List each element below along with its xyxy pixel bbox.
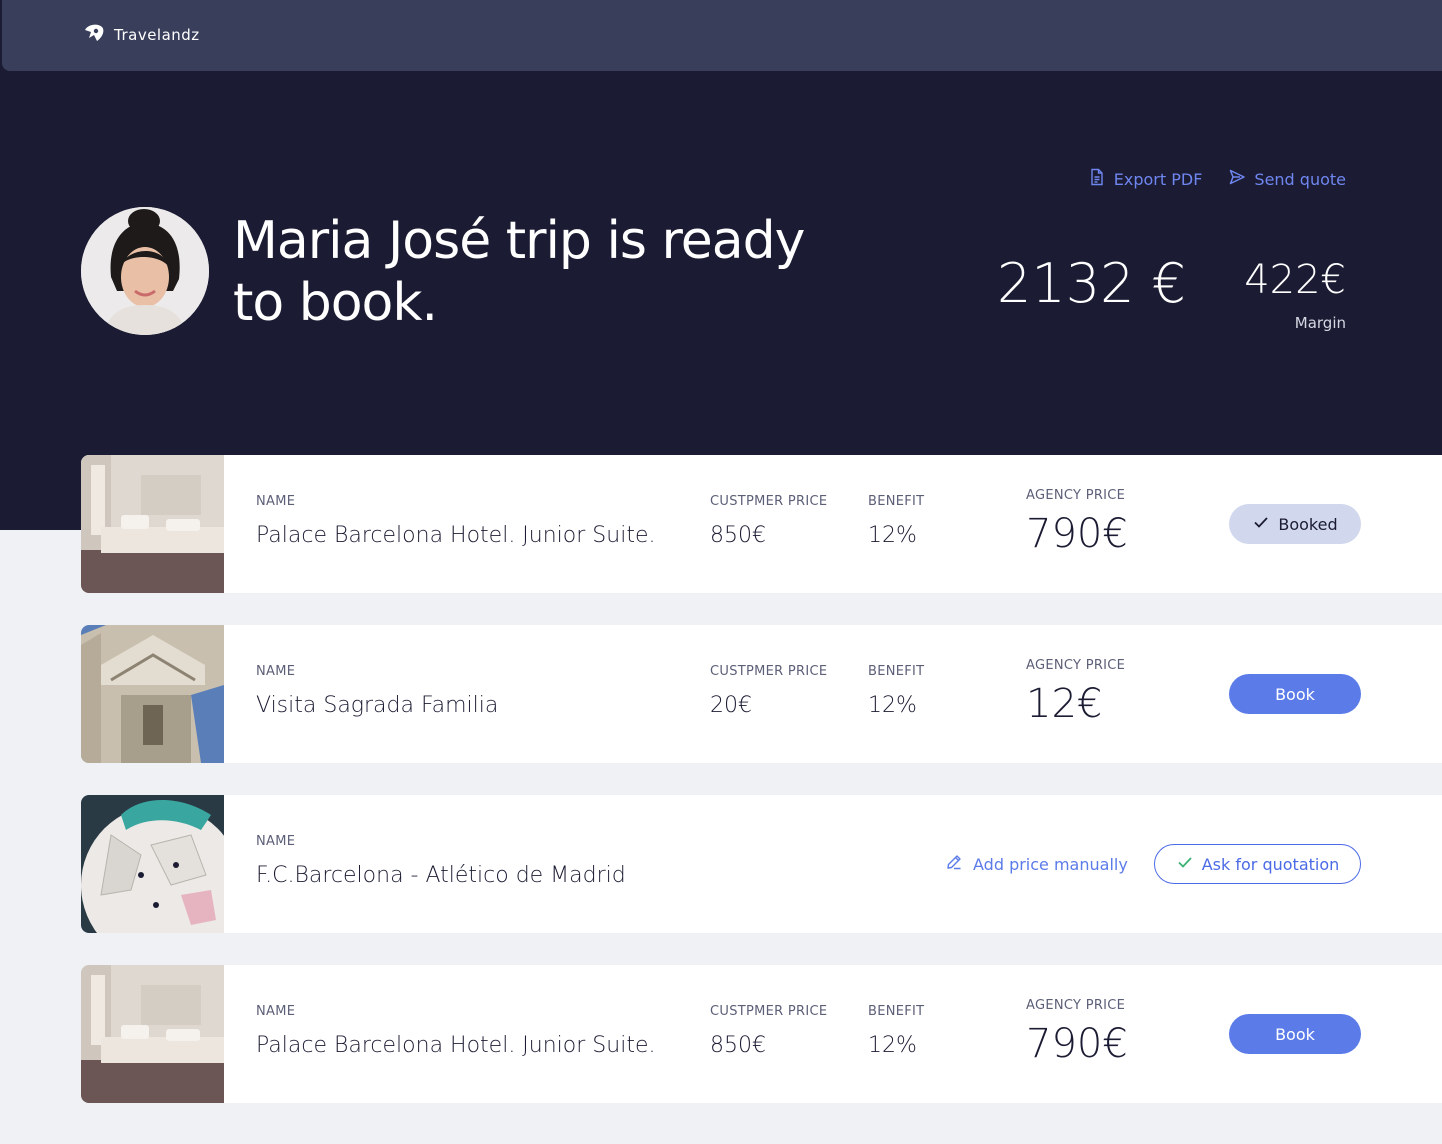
customer-price-value: 20€ (710, 693, 752, 718)
brand[interactable]: Travelandz (82, 22, 200, 48)
ask-for-quotation-button[interactable]: Ask for quotation (1154, 844, 1361, 884)
send-quote-button[interactable]: Send quote (1228, 168, 1346, 190)
name-label: NAME (256, 834, 296, 849)
customer-price-label: CUSTPMER PRICE (710, 494, 828, 509)
send-quote-label: Send quote (1254, 169, 1346, 189)
document-icon (1088, 168, 1106, 190)
item-card: NAME F.C.Barcelona - Atlético de Madrid … (81, 795, 1442, 933)
football-image (81, 795, 224, 933)
agency-price-label: AGENCY PRICE (1026, 488, 1126, 503)
add-price-manually-label: Add price manually (973, 854, 1128, 874)
avatar (81, 207, 209, 335)
agency-price-value: 12€ (1026, 681, 1103, 727)
export-pdf-button[interactable]: Export PDF (1088, 168, 1203, 190)
item-name: Palace Barcelona Hotel. Junior Suite. (256, 523, 656, 548)
item-card: NAME Palace Barcelona Hotel. Junior Suit… (81, 455, 1442, 593)
check-icon (1176, 853, 1194, 875)
booked-label: Booked (1278, 514, 1338, 534)
benefit-label: BENEFIT (868, 1004, 925, 1019)
benefit-label: BENEFIT (868, 664, 925, 679)
booked-button[interactable]: Booked (1229, 504, 1361, 544)
pencil-icon (945, 853, 963, 875)
margin-value: 422€ (1244, 257, 1346, 303)
ask-for-quotation-label: Ask for quotation (1201, 854, 1340, 874)
header-actions: Export PDF Send quote (1088, 168, 1346, 190)
agency-price-value: 790€ (1026, 1021, 1128, 1067)
travelandz-logo-icon (82, 21, 106, 49)
export-pdf-label: Export PDF (1113, 169, 1203, 189)
book-label: Book (1275, 1024, 1315, 1044)
hotel-room-image (81, 455, 224, 593)
book-label: Book (1275, 684, 1315, 704)
benefit-label: BENEFIT (868, 494, 925, 509)
customer-price-value: 850€ (710, 523, 766, 548)
check-icon (1252, 513, 1270, 535)
item-card: NAME Visita Sagrada Familia CUSTPMER PRI… (81, 625, 1442, 763)
margin-label: Margin (1294, 314, 1346, 332)
agency-price-value: 790€ (1026, 511, 1128, 557)
name-label: NAME (256, 494, 296, 509)
book-button[interactable]: Book (1229, 674, 1361, 714)
name-label: NAME (256, 1004, 296, 1019)
benefit-value: 12% (868, 693, 917, 718)
item-name: Visita Sagrada Familia (256, 693, 499, 718)
customer-price-value: 850€ (710, 1033, 766, 1058)
hotel-room-image (81, 965, 224, 1103)
benefit-value: 12% (868, 1033, 917, 1058)
customer-price-label: CUSTPMER PRICE (710, 1004, 828, 1019)
item-card: NAME Palace Barcelona Hotel. Junior Suit… (81, 965, 1442, 1103)
name-label: NAME (256, 664, 296, 679)
item-name: Palace Barcelona Hotel. Junior Suite. (256, 1033, 656, 1058)
benefit-value: 12% (868, 523, 917, 548)
brand-name: Travelandz (114, 26, 200, 44)
send-icon (1228, 168, 1246, 190)
agency-price-label: AGENCY PRICE (1026, 658, 1126, 673)
add-price-manually-link[interactable]: Add price manually (945, 853, 1128, 875)
book-button[interactable]: Book (1229, 1014, 1361, 1054)
page-title: Maria José trip is ready to book. (233, 211, 805, 333)
top-bar: Travelandz (2, 0, 1442, 71)
item-name: F.C.Barcelona - Atlético de Madrid (256, 863, 626, 888)
agency-price-label: AGENCY PRICE (1026, 998, 1126, 1013)
trip-total: 2132 € (997, 252, 1186, 315)
sagrada-familia-image (81, 625, 224, 763)
customer-price-label: CUSTPMER PRICE (710, 664, 828, 679)
